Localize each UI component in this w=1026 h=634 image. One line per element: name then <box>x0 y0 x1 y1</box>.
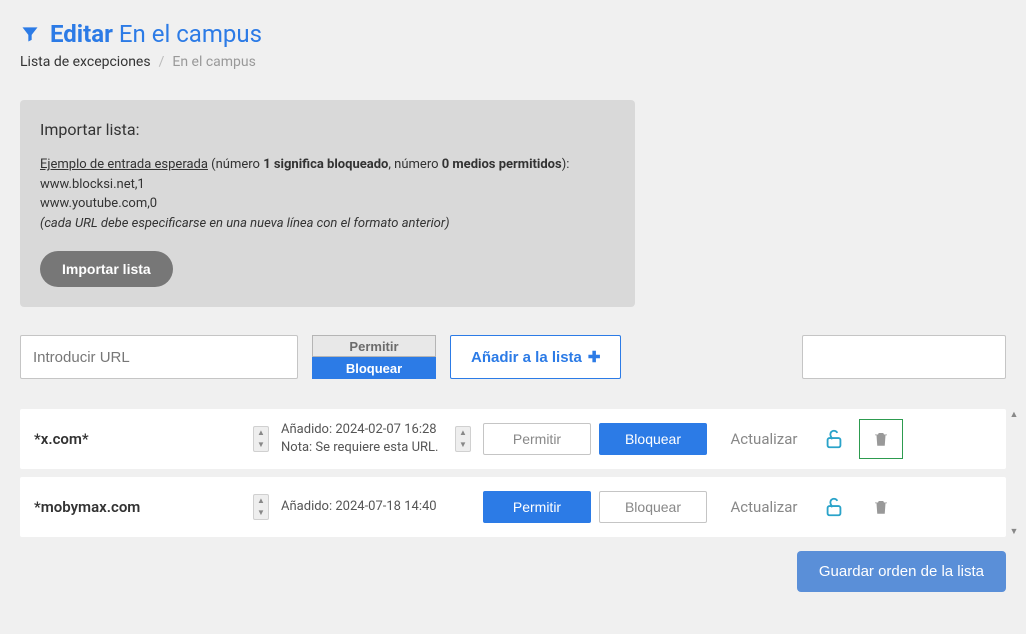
update-button[interactable]: Actualizar <box>719 498 809 516</box>
trash-icon <box>872 430 890 448</box>
added-date: Añadido: 2024-07-18 14:40 <box>281 498 471 516</box>
stepper-up-icon[interactable]: ▲ <box>456 427 470 439</box>
search-input[interactable] <box>802 335 1006 379</box>
breadcrumb-separator: / <box>159 54 165 70</box>
footer-actions: Guardar orden de la lista <box>20 551 1006 592</box>
import-button[interactable]: Importar lista <box>40 251 173 287</box>
permit-block-toggle: Permitir Bloquear <box>312 335 436 379</box>
explain-suffix: ): <box>562 157 570 172</box>
order-stepper[interactable]: ▲ ▼ <box>253 494 269 520</box>
row-block-button[interactable]: Bloquear <box>599 423 707 455</box>
example-line-2: www.youtube.com,0 <box>40 196 157 211</box>
save-order-button[interactable]: Guardar orden de la lista <box>797 551 1006 592</box>
stepper-down-icon[interactable]: ▼ <box>456 439 470 451</box>
row-url: *x.com* <box>34 430 89 448</box>
import-example: Ejemplo de entrada esperada (número 1 si… <box>40 155 615 233</box>
row-note: Nota: Se requiere esta URL. <box>281 439 449 457</box>
example-note: (cada URL debe especificarse en una nuev… <box>40 216 450 231</box>
trash-icon <box>872 498 890 516</box>
scrollbar[interactable]: ▲ ▼ <box>1008 409 1020 537</box>
example-label: Ejemplo de entrada esperada <box>40 157 208 172</box>
add-label: Añadir a la lista <box>471 349 582 366</box>
table-row: *x.com* ▲ ▼ Añadido: 2024-02-07 16:28 No… <box>20 409 1006 469</box>
explain-prefix: (número <box>208 157 263 172</box>
controls-row: Permitir Bloquear Añadir a la lista ✚ <box>20 335 1006 379</box>
lock-cell[interactable] <box>821 428 847 450</box>
row-permit-button[interactable]: Permitir <box>483 491 591 523</box>
row-url: *mobymax.com <box>34 498 140 516</box>
breadcrumb-root[interactable]: Lista de excepciones <box>20 54 151 70</box>
url-list: *x.com* ▲ ▼ Añadido: 2024-02-07 16:28 No… <box>20 409 1006 537</box>
delete-button[interactable] <box>859 419 903 459</box>
block-toggle[interactable]: Bloquear <box>312 357 436 379</box>
url-cell: *mobymax.com ▲ ▼ <box>34 494 269 520</box>
url-cell: *x.com* ▲ ▼ <box>34 426 269 452</box>
permit-toggle[interactable]: Permitir <box>312 335 436 357</box>
row-permit-button[interactable]: Permitir <box>483 423 591 455</box>
unlock-icon <box>823 428 845 450</box>
page-header: Editar En el campus Lista de excepciones… <box>20 20 1006 70</box>
meta-cell: Añadido: 2024-07-18 14:40 <box>281 498 471 516</box>
stepper-down-icon[interactable]: ▼ <box>254 439 268 451</box>
stepper-down-icon[interactable]: ▼ <box>254 507 268 519</box>
row-actions: Permitir Bloquear <box>483 423 707 455</box>
scroll-up-icon[interactable]: ▲ <box>1008 409 1020 420</box>
one-bold: 1 significa bloqueado <box>263 157 388 172</box>
scroll-down-icon[interactable]: ▼ <box>1008 526 1020 537</box>
meta-cell: Añadido: 2024-02-07 16:28 Nota: Se requi… <box>281 421 471 457</box>
page-title: Editar En el campus <box>20 20 1006 48</box>
table-row: *mobymax.com ▲ ▼ Añadido: 2024-07-18 14:… <box>20 477 1006 537</box>
add-to-list-button[interactable]: Añadir a la lista ✚ <box>450 335 621 379</box>
zero-bold: 0 medios permitidos <box>442 157 562 172</box>
url-input[interactable] <box>20 335 298 379</box>
filter-icon <box>20 24 40 44</box>
plus-icon: ✚ <box>588 348 601 366</box>
order-stepper[interactable]: ▲ ▼ <box>253 426 269 452</box>
breadcrumb-current: En el campus <box>172 54 256 70</box>
unlock-icon <box>823 496 845 518</box>
example-line-1: www.blocksi.net,1 <box>40 177 145 192</box>
added-date: Añadido: 2024-02-07 16:28 <box>281 421 449 439</box>
note-stepper[interactable]: ▲ ▼ <box>455 426 471 452</box>
import-title: Importar lista: <box>40 120 615 139</box>
title-light: En el campus <box>119 20 262 48</box>
stepper-up-icon[interactable]: ▲ <box>254 427 268 439</box>
breadcrumb: Lista de excepciones / En el campus <box>20 54 1006 70</box>
import-panel: Importar lista: Ejemplo de entrada esper… <box>20 100 635 307</box>
row-actions: Permitir Bloquear <box>483 491 707 523</box>
row-block-button[interactable]: Bloquear <box>599 491 707 523</box>
delete-button[interactable] <box>859 487 903 527</box>
explain-middle: , número <box>388 157 441 172</box>
lock-cell[interactable] <box>821 496 847 518</box>
stepper-up-icon[interactable]: ▲ <box>254 495 268 507</box>
title-bold: Editar <box>50 20 113 48</box>
update-button[interactable]: Actualizar <box>719 430 809 448</box>
